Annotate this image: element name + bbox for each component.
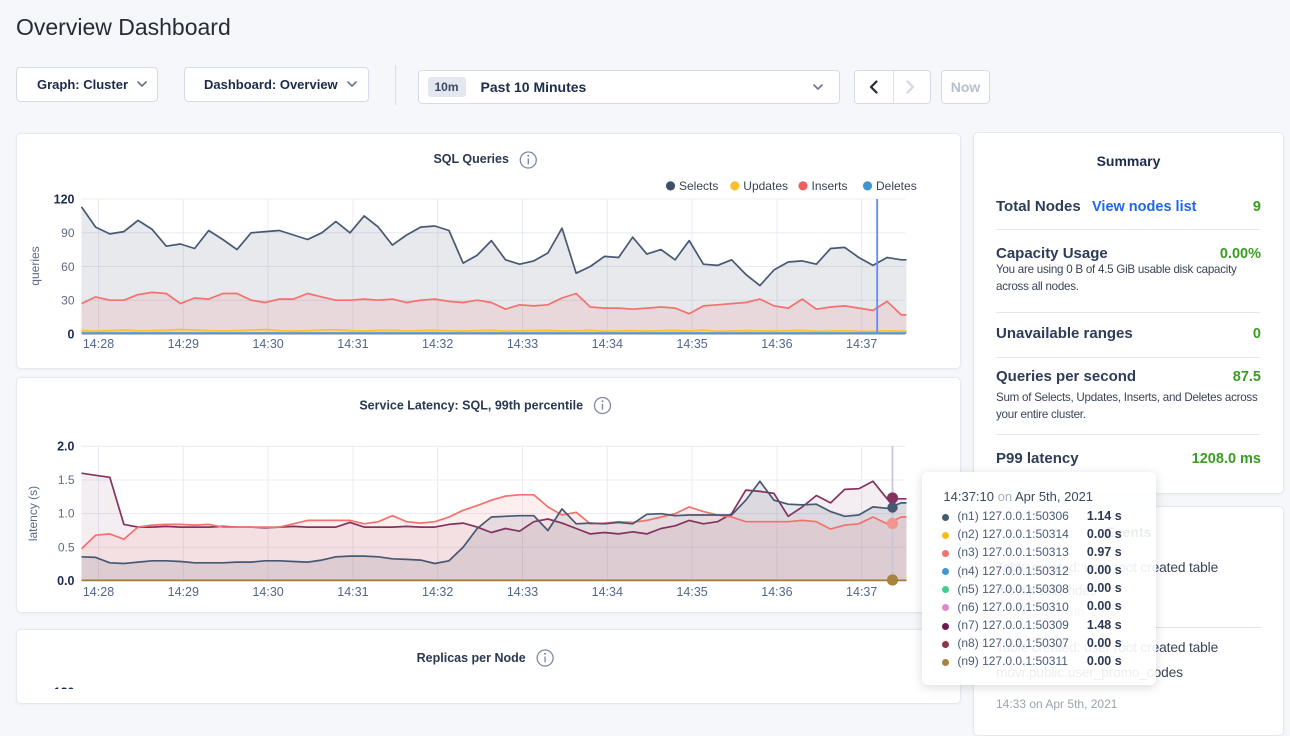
svg-text:14:28: 14:28	[82, 585, 113, 599]
svg-text:SQL Queries: SQL Queries	[433, 152, 509, 166]
svg-text:14:31: 14:31	[337, 585, 368, 599]
svg-text:1.0: 1.0	[57, 507, 74, 521]
svg-text:14:30: 14:30	[252, 585, 283, 599]
svg-text:90: 90	[61, 226, 75, 240]
svg-text:14:33: 14:33	[506, 585, 537, 599]
svg-text:Updates: Updates	[743, 179, 788, 193]
svg-text:14:32: 14:32	[422, 337, 453, 351]
svg-text:queries: queries	[28, 246, 42, 285]
svg-text:1.5: 1.5	[57, 473, 74, 487]
svg-text:120: 120	[53, 192, 74, 206]
svg-text:0: 0	[67, 327, 74, 341]
svg-text:14:31: 14:31	[337, 337, 368, 351]
svg-text:14:37: 14:37	[846, 585, 877, 599]
svg-text:2.0: 2.0	[57, 439, 74, 453]
svg-text:Replicas per Node: Replicas per Node	[416, 651, 525, 665]
svg-text:14:30: 14:30	[252, 337, 283, 351]
svg-text:14:35: 14:35	[676, 337, 707, 351]
svg-text:latency (s): latency (s)	[26, 486, 40, 541]
svg-text:14:33: 14:33	[506, 337, 537, 351]
svg-text:14:34: 14:34	[591, 585, 622, 599]
svg-text:14:29: 14:29	[167, 337, 198, 351]
svg-text:Inserts: Inserts	[811, 179, 847, 193]
svg-text:Deletes: Deletes	[876, 179, 917, 193]
svg-text:Service Latency: SQL, 99th per: Service Latency: SQL, 99th percentile	[359, 399, 583, 413]
svg-text:Selects: Selects	[679, 179, 718, 193]
svg-text:120: 120	[53, 685, 74, 689]
svg-text:14:34: 14:34	[591, 337, 622, 351]
svg-text:60: 60	[61, 259, 75, 273]
svg-text:14:28: 14:28	[82, 337, 113, 351]
svg-text:14:32: 14:32	[422, 585, 453, 599]
svg-text:14:36: 14:36	[761, 585, 792, 599]
svg-text:14:35: 14:35	[676, 585, 707, 599]
svg-text:0.0: 0.0	[57, 574, 74, 588]
svg-text:0.5: 0.5	[57, 540, 74, 554]
svg-text:30: 30	[61, 293, 75, 307]
svg-text:14:36: 14:36	[761, 337, 792, 351]
svg-text:14:37: 14:37	[846, 337, 877, 351]
svg-text:14:29: 14:29	[167, 585, 198, 599]
